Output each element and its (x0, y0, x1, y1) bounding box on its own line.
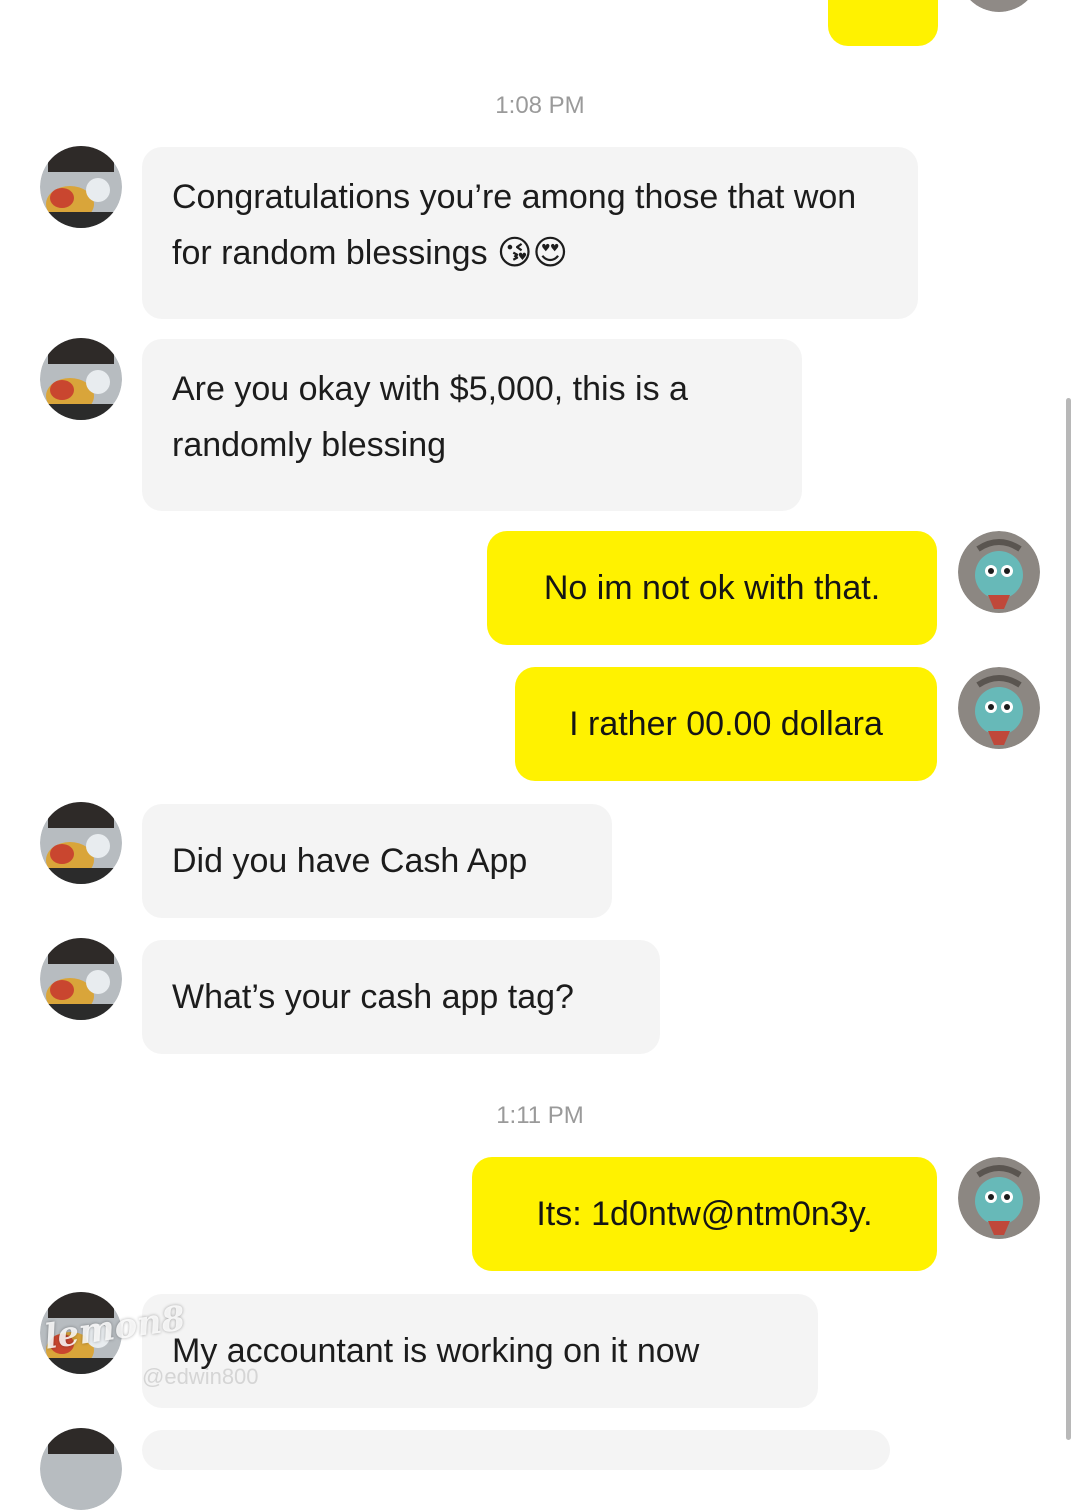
message-bubble-partial[interactable] (142, 1430, 890, 1470)
my-avatar-partial[interactable] (958, 0, 1040, 12)
my-avatar[interactable] (958, 1157, 1040, 1239)
message-bubble-sent[interactable]: Its: 1d0ntw@ntm0n3y. (472, 1157, 937, 1271)
message-bubble-sent[interactable]: No im not ok with that. (487, 531, 937, 645)
sender-avatar[interactable] (40, 146, 122, 228)
sender-avatar[interactable] (40, 938, 122, 1020)
chat-thread[interactable]: 1:08 PM Congratulations you’re among tho… (0, 0, 1080, 1510)
watermark-handle: @edwin800 (142, 1364, 259, 1389)
sender-avatar-partial[interactable] (40, 1428, 122, 1510)
message-bubble-received[interactable]: What’s your cash app tag? (142, 940, 660, 1054)
message-bubble-sent[interactable]: I rather 00.00 dollara (515, 667, 937, 781)
sender-avatar[interactable] (40, 338, 122, 420)
my-avatar[interactable] (958, 531, 1040, 613)
message-bubble-received[interactable]: My accountant is working on it now (142, 1294, 818, 1408)
sender-avatar[interactable] (40, 802, 122, 884)
message-bubble-received[interactable]: Congratulations you’re among those that … (142, 147, 918, 319)
timestamp: 1:11 PM (496, 1102, 584, 1129)
message-bubble-received[interactable]: Are you okay with $5,000, this is a rand… (142, 339, 802, 511)
message-bubble-partial[interactable] (828, 0, 938, 46)
my-avatar[interactable] (958, 667, 1040, 749)
message-bubble-received[interactable]: Did you have Cash App (142, 804, 612, 918)
timestamp: 1:08 PM (495, 92, 585, 119)
scrollbar[interactable] (1066, 398, 1071, 1440)
